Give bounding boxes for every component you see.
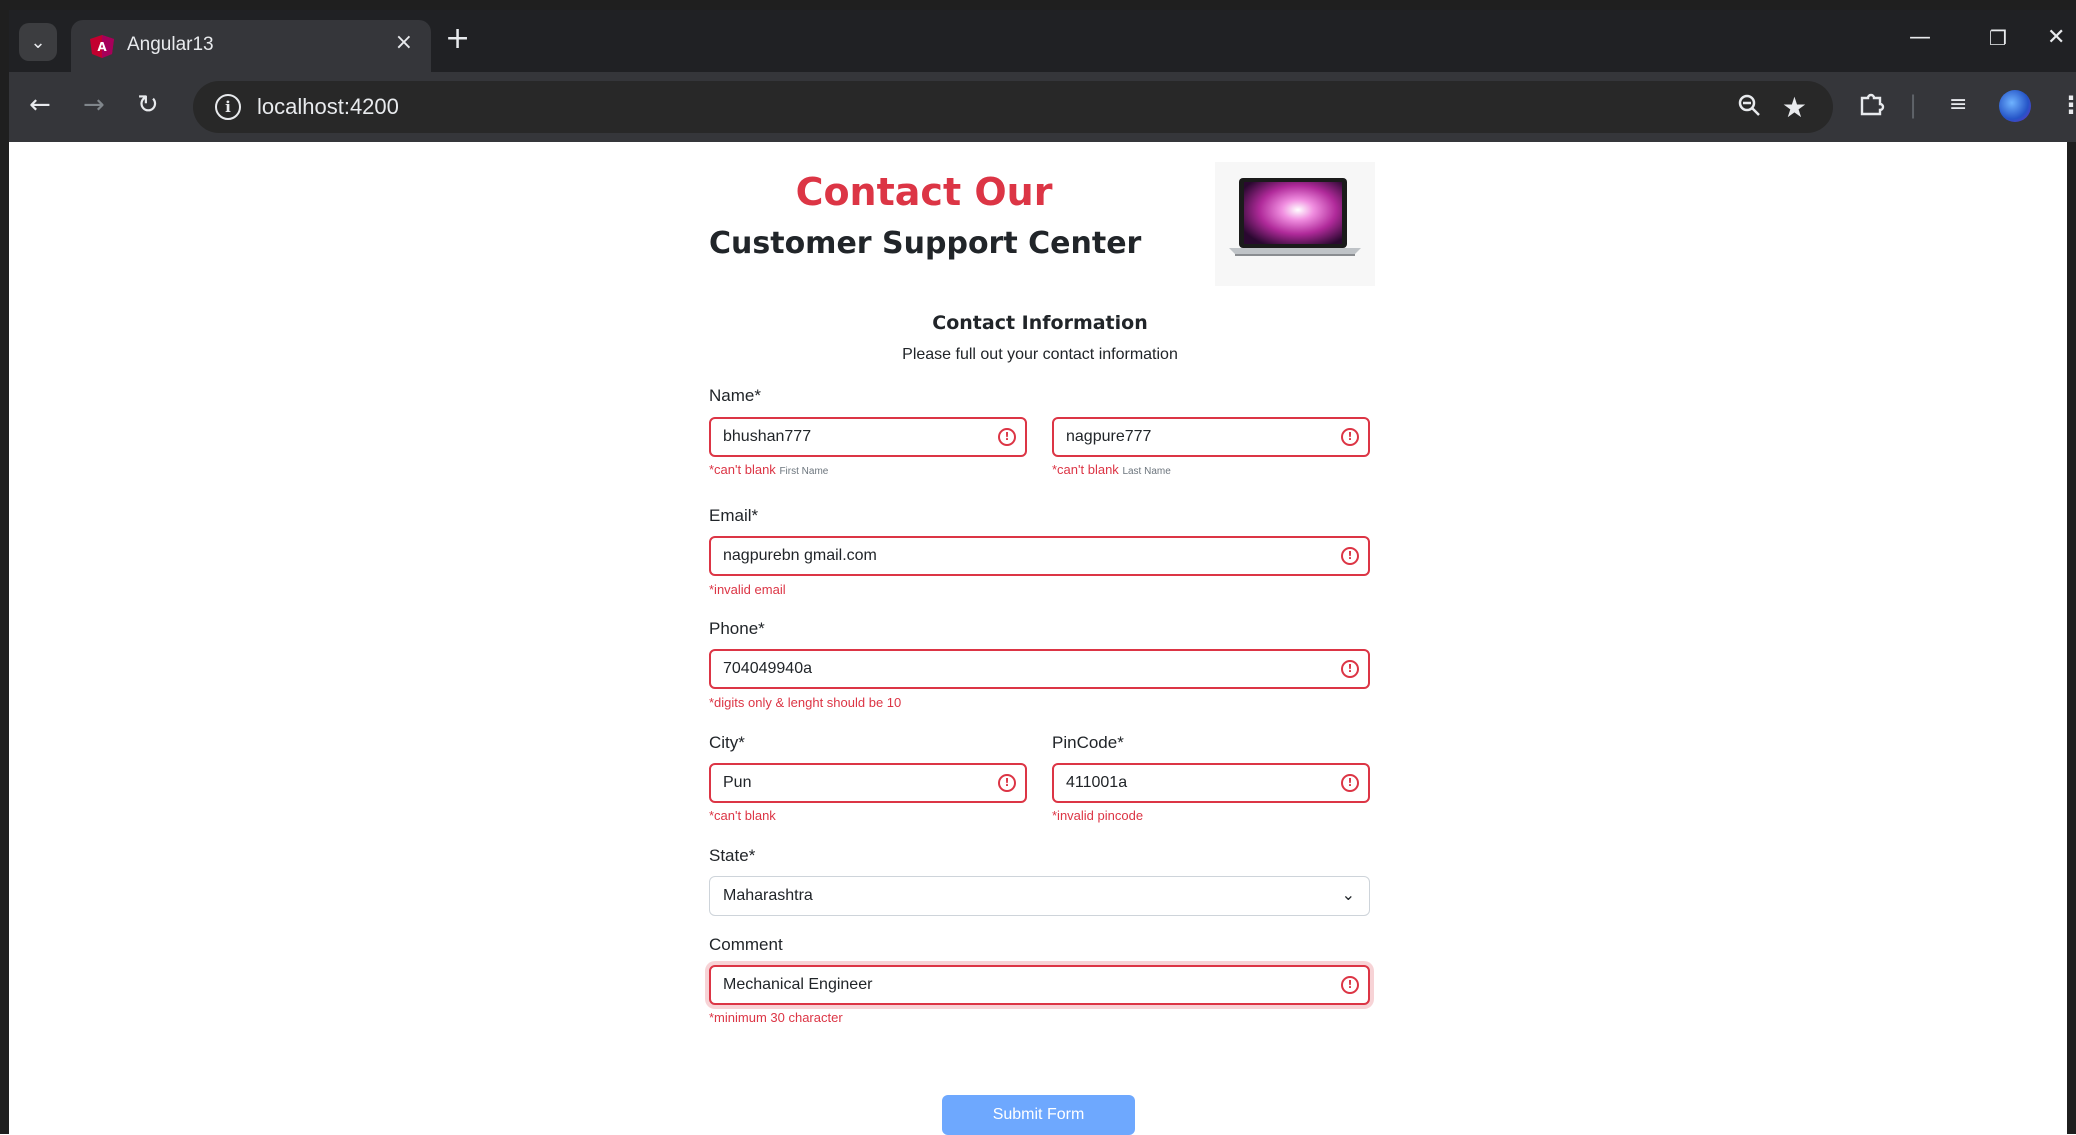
last-name-value: nagpure777: [1066, 428, 1152, 445]
city-error: *can't blank: [709, 808, 776, 823]
zoom-out-icon[interactable]: [1737, 93, 1763, 119]
last-name-error: *can't blank Last Name: [1052, 462, 1171, 477]
new-tab-button[interactable]: +: [445, 24, 470, 54]
back-icon[interactable]: ←: [29, 91, 51, 119]
pincode-input[interactable]: 411001a !: [1052, 763, 1370, 803]
email-value: nagpurebn gmail.com: [723, 547, 877, 564]
more-menu-icon[interactable]: ⋮: [2059, 91, 2076, 119]
error-icon: !: [1341, 976, 1359, 994]
phone-error: *digits only & lenght should be 10: [709, 695, 902, 710]
state-value: Maharashtra: [723, 887, 813, 904]
address-bar[interactable]: i localhost:4200 ★: [193, 81, 1833, 133]
pincode-value: 411001a: [1066, 774, 1128, 791]
url-text[interactable]: localhost:4200: [257, 94, 399, 120]
comment-label: Comment: [709, 935, 783, 954]
restore-icon[interactable]: ❐: [1989, 26, 2007, 50]
error-icon: !: [1341, 774, 1359, 792]
site-info-icon[interactable]: i: [215, 94, 241, 120]
comment-input[interactable]: Mechanical Engineer !: [709, 965, 1370, 1005]
browser-toolbar: ← → ↻ i localhost:4200 ★ | ≡ ⋮: [9, 72, 2076, 142]
close-tab-icon[interactable]: ×: [395, 30, 413, 55]
first-name-hint: First Name: [779, 466, 829, 477]
comment-value: Mechanical Engineer: [723, 976, 873, 993]
tab-title: Angular13: [127, 34, 214, 55]
last-name-hint: Last Name: [1122, 466, 1171, 477]
tab-search-button[interactable]: ⌄: [19, 23, 57, 61]
media-controls-icon[interactable]: ≡: [1949, 91, 1967, 119]
extensions-icon[interactable]: [1857, 88, 1887, 118]
window-close-icon[interactable]: ✕: [2047, 26, 2065, 50]
error-icon: !: [1341, 660, 1359, 678]
city-input[interactable]: Pun !: [709, 763, 1027, 803]
profile-avatar-icon[interactable]: [1999, 90, 2031, 122]
scrollbar[interactable]: [2067, 142, 2076, 1134]
error-icon: !: [998, 774, 1016, 792]
chevron-down-icon: ⌄: [30, 31, 46, 53]
first-name-error: *can't blank First Name: [709, 462, 829, 477]
city-value: Pun: [723, 774, 752, 791]
state-select[interactable]: Maharashtra ⌄: [709, 876, 1370, 916]
browser-window: ⌄ A Angular13 × + — ❐ ✕ ← → ↻ i localhos…: [0, 0, 2076, 1135]
forward-icon[interactable]: →: [83, 91, 105, 119]
first-name-value: bhushan777: [723, 428, 812, 445]
minimize-icon[interactable]: —: [1909, 26, 1931, 50]
phone-input[interactable]: 704049940a !: [709, 649, 1370, 689]
comment-error: *minimum 30 character: [709, 1010, 843, 1025]
phone-label: Phone*: [709, 619, 765, 638]
city-label: City*: [709, 733, 745, 752]
chevron-down-icon: ⌄: [1341, 885, 1355, 904]
error-icon: !: [1341, 547, 1359, 565]
email-input[interactable]: nagpurebn gmail.com !: [709, 536, 1370, 576]
tab-strip: ⌄ A Angular13 × + — ❐ ✕: [9, 10, 2076, 72]
pincode-error: *invalid pincode: [1052, 808, 1144, 823]
email-error: *invalid email: [709, 582, 786, 597]
reload-icon[interactable]: ↻: [137, 91, 159, 119]
email-label: Email*: [709, 506, 759, 525]
pincode-label: PinCode*: [1052, 733, 1124, 752]
phone-value: 704049940a: [723, 660, 812, 677]
first-name-input[interactable]: bhushan777 !: [709, 417, 1027, 457]
page-subtitle: Customer Support Center: [709, 226, 1142, 261]
page-title: Contact Our: [795, 170, 1053, 214]
angular-favicon-icon: A: [90, 35, 114, 58]
svg-text:A: A: [97, 40, 107, 54]
submit-form-button[interactable]: Submit Form: [942, 1095, 1135, 1135]
last-name-input[interactable]: nagpure777 !: [1052, 417, 1370, 457]
section-subtitle: Please full out your contact information: [902, 346, 1178, 363]
page-content: Contact Our Customer Support Center Cont…: [9, 142, 2067, 1135]
error-icon: !: [1341, 428, 1359, 446]
toolbar-divider: |: [1909, 91, 1918, 119]
error-icon: !: [998, 428, 1016, 446]
state-label: State*: [709, 846, 756, 865]
laptop-image: [1215, 162, 1375, 286]
browser-tab[interactable]: A Angular13 ×: [71, 20, 431, 72]
name-label: Name*: [709, 386, 761, 405]
bookmark-star-icon[interactable]: ★: [1782, 91, 1807, 124]
section-title: Contact Information: [932, 312, 1148, 334]
